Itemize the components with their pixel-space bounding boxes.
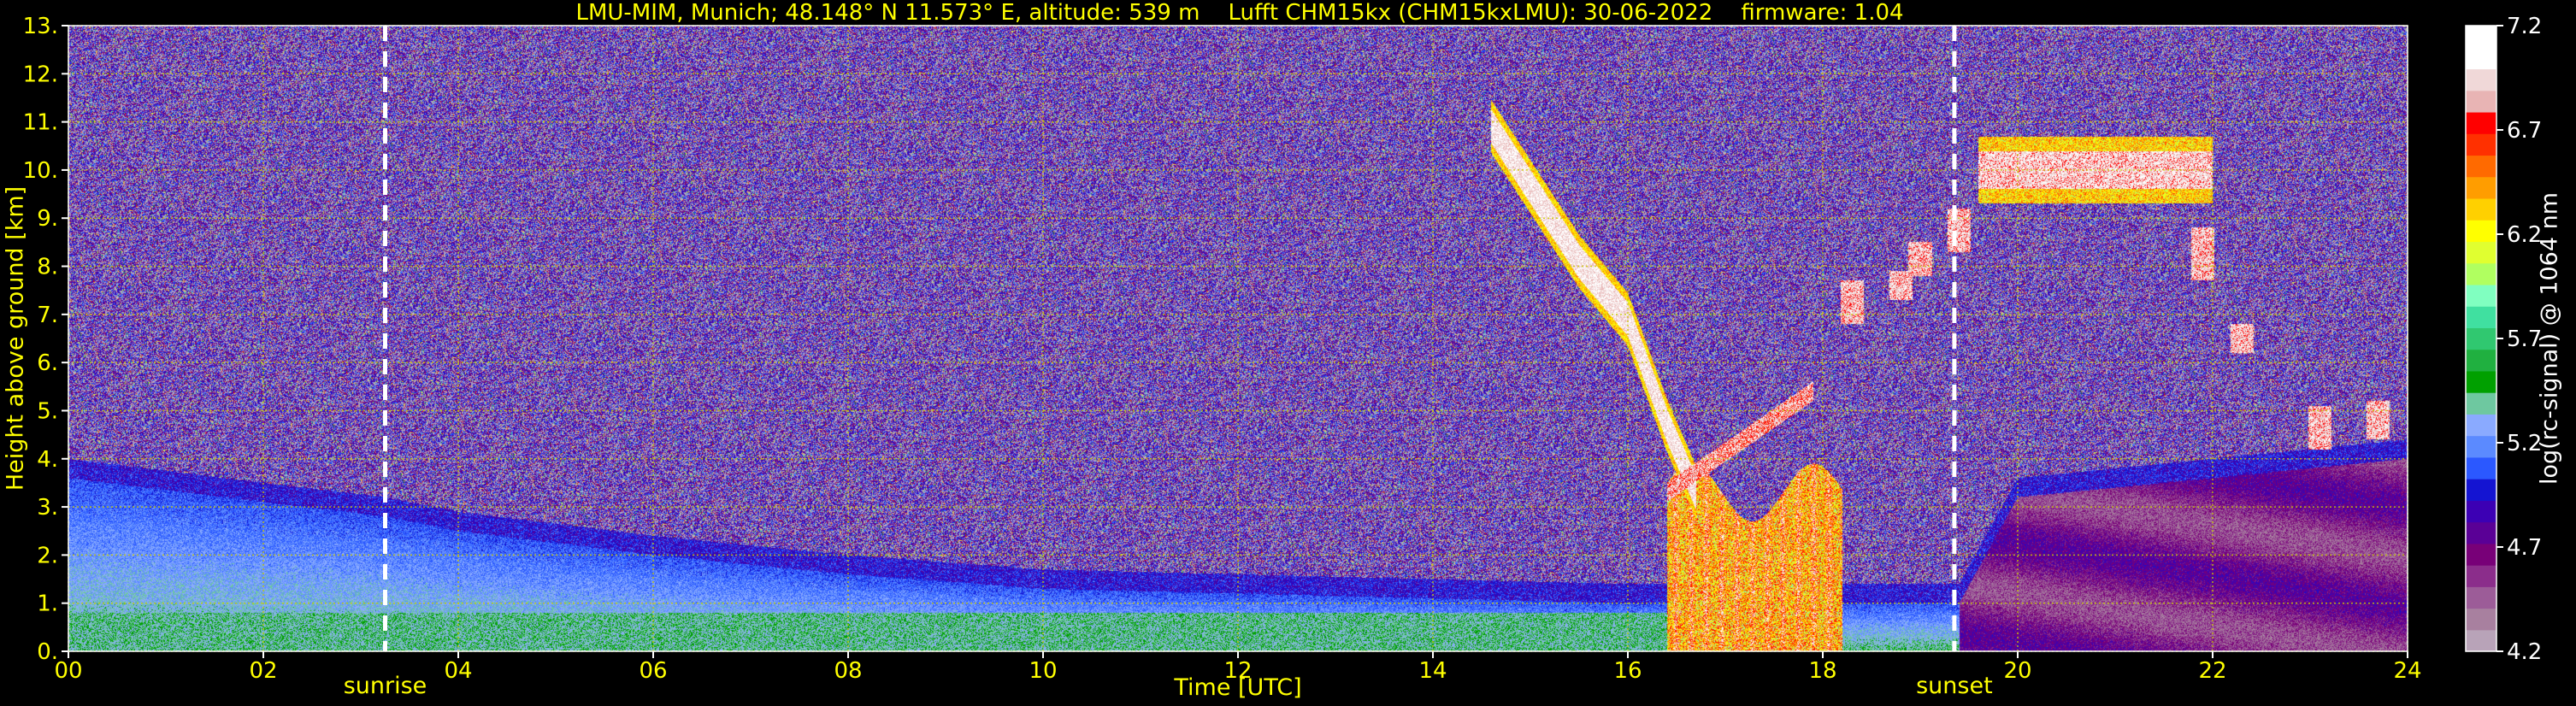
colorbar-segment <box>2466 500 2496 523</box>
colorbar-segment <box>2466 284 2496 307</box>
y-axis-label: Height above ground [km] <box>2 185 29 491</box>
colorbar-segment <box>2466 543 2496 566</box>
y-tick-label: 8. <box>37 255 58 280</box>
colorbar-segment <box>2466 111 2496 134</box>
y-tick-label: 5. <box>37 398 58 424</box>
colorbar-segment <box>2466 197 2496 221</box>
colorbar-segment <box>2466 327 2496 350</box>
colorbar-segment <box>2466 90 2496 113</box>
colorbar-segment <box>2466 565 2496 587</box>
colorbar-segment <box>2466 521 2496 544</box>
y-tick-label: 2. <box>37 543 58 568</box>
chart-overlay: 00 02 04 06 08 10 12 14 16 18 20 22 240.1.2.3.4.5.6.… <box>23 14 2543 684</box>
colorbar-segment <box>2466 414 2496 437</box>
colorbar-segment <box>2466 456 2496 479</box>
colorbar-segment <box>2466 26 2496 48</box>
y-tick-label: 9. <box>37 206 58 232</box>
colorbar-segment <box>2466 133 2496 156</box>
colorbar-segment <box>2466 306 2496 328</box>
y-tick-label: 0. <box>37 639 58 665</box>
colorbar-segment <box>2466 176 2496 199</box>
sunset-label: sunset <box>1916 673 1993 699</box>
colorbar-segment <box>2466 435 2496 458</box>
chart: LMU-MIM, Munich; 48.148° N 11.573° E, al… <box>0 0 2576 706</box>
y-tick-label: 3. <box>37 495 58 521</box>
y-tick-label: 6. <box>37 350 58 376</box>
sunrise-label: sunrise <box>343 673 427 699</box>
y-tick-label: 4. <box>37 447 58 473</box>
colorbar-segment <box>2466 68 2496 91</box>
colorbar-segment <box>2466 262 2496 285</box>
colorbar-segment <box>2466 155 2496 178</box>
colorbar-segment <box>2466 349 2496 372</box>
colorbar-label: log(rc-signal) @ 1064 nm <box>2536 191 2563 485</box>
colorbar-segment <box>2466 47 2496 70</box>
colorbar-segment <box>2466 241 2496 264</box>
colorbar-segment <box>2466 608 2496 631</box>
colorbar-segment <box>2466 629 2496 652</box>
colorbar-segment <box>2466 220 2496 243</box>
colorbar-segment <box>2466 370 2496 393</box>
y-tick-label: 7. <box>37 303 58 328</box>
colorbar-segment <box>2466 586 2496 609</box>
colorbar-segment <box>2466 392 2496 415</box>
y-tick-label: 1. <box>37 591 58 617</box>
colorbar-segment <box>2466 479 2496 501</box>
